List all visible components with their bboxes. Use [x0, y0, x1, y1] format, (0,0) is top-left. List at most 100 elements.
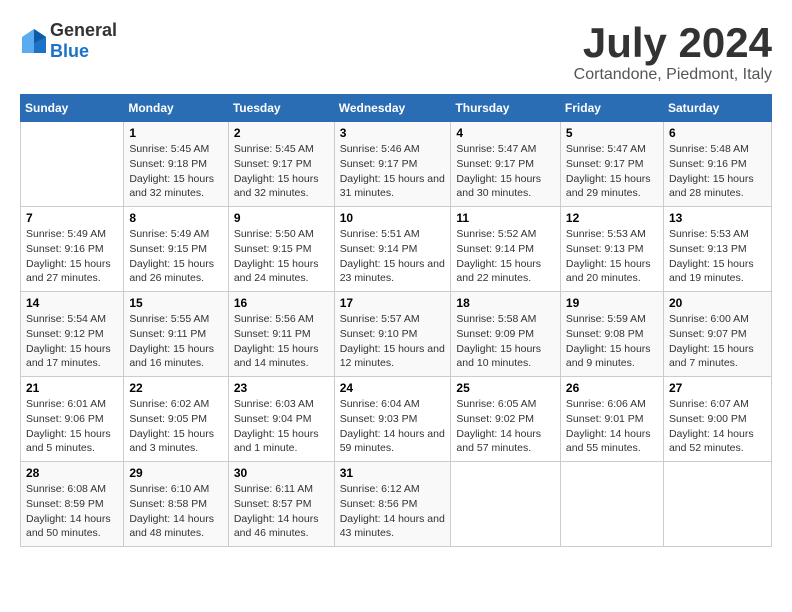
day-number: 14 — [26, 296, 118, 310]
day-number: 5 — [566, 126, 658, 140]
day-number: 15 — [129, 296, 222, 310]
day-number: 16 — [234, 296, 329, 310]
day-info: Sunrise: 6:08 AMSunset: 8:59 PMDaylight:… — [26, 482, 118, 541]
day-cell: 11 Sunrise: 5:52 AMSunset: 9:14 PMDaylig… — [451, 207, 561, 292]
day-info: Sunrise: 5:59 AMSunset: 9:08 PMDaylight:… — [566, 312, 658, 371]
title-block: July 2024 Cortandone, Piedmont, Italy — [574, 20, 772, 84]
day-number: 18 — [456, 296, 555, 310]
day-cell: 5 Sunrise: 5:47 AMSunset: 9:17 PMDayligh… — [560, 122, 663, 207]
day-cell: 2 Sunrise: 5:45 AMSunset: 9:17 PMDayligh… — [228, 122, 334, 207]
logo-icon — [20, 27, 48, 55]
day-number: 6 — [669, 126, 766, 140]
week-row-1: 1 Sunrise: 5:45 AMSunset: 9:18 PMDayligh… — [21, 122, 772, 207]
day-cell: 9 Sunrise: 5:50 AMSunset: 9:15 PMDayligh… — [228, 207, 334, 292]
day-cell: 7 Sunrise: 5:49 AMSunset: 9:16 PMDayligh… — [21, 207, 124, 292]
day-cell: 8 Sunrise: 5:49 AMSunset: 9:15 PMDayligh… — [124, 207, 228, 292]
day-info: Sunrise: 6:11 AMSunset: 8:57 PMDaylight:… — [234, 482, 329, 541]
day-info: Sunrise: 5:55 AMSunset: 9:11 PMDaylight:… — [129, 312, 222, 371]
day-cell: 21 Sunrise: 6:01 AMSunset: 9:06 PMDaylig… — [21, 377, 124, 462]
week-row-4: 21 Sunrise: 6:01 AMSunset: 9:06 PMDaylig… — [21, 377, 772, 462]
day-number: 11 — [456, 211, 555, 225]
day-number: 3 — [340, 126, 446, 140]
day-cell: 10 Sunrise: 5:51 AMSunset: 9:14 PMDaylig… — [334, 207, 451, 292]
day-cell: 22 Sunrise: 6:02 AMSunset: 9:05 PMDaylig… — [124, 377, 228, 462]
day-info: Sunrise: 5:51 AMSunset: 9:14 PMDaylight:… — [340, 227, 446, 286]
day-info: Sunrise: 5:45 AMSunset: 9:17 PMDaylight:… — [234, 142, 329, 201]
day-number: 28 — [26, 466, 118, 480]
day-cell — [663, 462, 771, 547]
day-info: Sunrise: 5:53 AMSunset: 9:13 PMDaylight:… — [566, 227, 658, 286]
day-cell: 28 Sunrise: 6:08 AMSunset: 8:59 PMDaylig… — [21, 462, 124, 547]
day-cell: 29 Sunrise: 6:10 AMSunset: 8:58 PMDaylig… — [124, 462, 228, 547]
week-row-3: 14 Sunrise: 5:54 AMSunset: 9:12 PMDaylig… — [21, 292, 772, 377]
month-title: July 2024 — [574, 20, 772, 66]
day-number: 12 — [566, 211, 658, 225]
day-number: 30 — [234, 466, 329, 480]
day-cell: 31 Sunrise: 6:12 AMSunset: 8:56 PMDaylig… — [334, 462, 451, 547]
logo-blue: Blue — [50, 41, 89, 61]
day-number: 25 — [456, 381, 555, 395]
logo-general: General — [50, 20, 117, 40]
day-number: 19 — [566, 296, 658, 310]
calendar-table: SundayMondayTuesdayWednesdayThursdayFrid… — [20, 94, 772, 547]
day-cell: 14 Sunrise: 5:54 AMSunset: 9:12 PMDaylig… — [21, 292, 124, 377]
week-row-5: 28 Sunrise: 6:08 AMSunset: 8:59 PMDaylig… — [21, 462, 772, 547]
day-info: Sunrise: 5:52 AMSunset: 9:14 PMDaylight:… — [456, 227, 555, 286]
day-number: 7 — [26, 211, 118, 225]
day-cell: 13 Sunrise: 5:53 AMSunset: 9:13 PMDaylig… — [663, 207, 771, 292]
header-tuesday: Tuesday — [228, 95, 334, 122]
day-info: Sunrise: 5:46 AMSunset: 9:17 PMDaylight:… — [340, 142, 446, 201]
day-number: 9 — [234, 211, 329, 225]
day-cell: 18 Sunrise: 5:58 AMSunset: 9:09 PMDaylig… — [451, 292, 561, 377]
day-info: Sunrise: 5:49 AMSunset: 9:16 PMDaylight:… — [26, 227, 118, 286]
header-thursday: Thursday — [451, 95, 561, 122]
day-info: Sunrise: 6:04 AMSunset: 9:03 PMDaylight:… — [340, 397, 446, 456]
header-row: SundayMondayTuesdayWednesdayThursdayFrid… — [21, 95, 772, 122]
day-info: Sunrise: 5:47 AMSunset: 9:17 PMDaylight:… — [456, 142, 555, 201]
day-number: 24 — [340, 381, 446, 395]
day-number: 4 — [456, 126, 555, 140]
day-number: 13 — [669, 211, 766, 225]
week-row-2: 7 Sunrise: 5:49 AMSunset: 9:16 PMDayligh… — [21, 207, 772, 292]
day-cell: 17 Sunrise: 5:57 AMSunset: 9:10 PMDaylig… — [334, 292, 451, 377]
day-cell: 12 Sunrise: 5:53 AMSunset: 9:13 PMDaylig… — [560, 207, 663, 292]
day-info: Sunrise: 5:56 AMSunset: 9:11 PMDaylight:… — [234, 312, 329, 371]
day-number: 1 — [129, 126, 222, 140]
day-cell: 30 Sunrise: 6:11 AMSunset: 8:57 PMDaylig… — [228, 462, 334, 547]
day-number: 17 — [340, 296, 446, 310]
day-info: Sunrise: 5:49 AMSunset: 9:15 PMDaylight:… — [129, 227, 222, 286]
day-cell: 24 Sunrise: 6:04 AMSunset: 9:03 PMDaylig… — [334, 377, 451, 462]
day-info: Sunrise: 5:50 AMSunset: 9:15 PMDaylight:… — [234, 227, 329, 286]
day-cell: 23 Sunrise: 6:03 AMSunset: 9:04 PMDaylig… — [228, 377, 334, 462]
day-info: Sunrise: 6:10 AMSunset: 8:58 PMDaylight:… — [129, 482, 222, 541]
day-info: Sunrise: 6:01 AMSunset: 9:06 PMDaylight:… — [26, 397, 118, 456]
page-header: General Blue July 2024 Cortandone, Piedm… — [20, 20, 772, 84]
day-info: Sunrise: 5:47 AMSunset: 9:17 PMDaylight:… — [566, 142, 658, 201]
day-info: Sunrise: 6:05 AMSunset: 9:02 PMDaylight:… — [456, 397, 555, 456]
logo: General Blue — [20, 20, 117, 62]
day-info: Sunrise: 5:54 AMSunset: 9:12 PMDaylight:… — [26, 312, 118, 371]
day-cell: 1 Sunrise: 5:45 AMSunset: 9:18 PMDayligh… — [124, 122, 228, 207]
day-cell: 27 Sunrise: 6:07 AMSunset: 9:00 PMDaylig… — [663, 377, 771, 462]
day-cell — [560, 462, 663, 547]
day-cell: 26 Sunrise: 6:06 AMSunset: 9:01 PMDaylig… — [560, 377, 663, 462]
day-info: Sunrise: 5:57 AMSunset: 9:10 PMDaylight:… — [340, 312, 446, 371]
header-wednesday: Wednesday — [334, 95, 451, 122]
day-number: 2 — [234, 126, 329, 140]
day-cell — [451, 462, 561, 547]
day-cell: 4 Sunrise: 5:47 AMSunset: 9:17 PMDayligh… — [451, 122, 561, 207]
day-info: Sunrise: 6:03 AMSunset: 9:04 PMDaylight:… — [234, 397, 329, 456]
day-cell: 16 Sunrise: 5:56 AMSunset: 9:11 PMDaylig… — [228, 292, 334, 377]
day-cell — [21, 122, 124, 207]
day-number: 29 — [129, 466, 222, 480]
header-friday: Friday — [560, 95, 663, 122]
day-number: 22 — [129, 381, 222, 395]
day-info: Sunrise: 5:58 AMSunset: 9:09 PMDaylight:… — [456, 312, 555, 371]
logo-text: General Blue — [50, 20, 117, 62]
header-monday: Monday — [124, 95, 228, 122]
day-cell: 20 Sunrise: 6:00 AMSunset: 9:07 PMDaylig… — [663, 292, 771, 377]
day-info: Sunrise: 6:06 AMSunset: 9:01 PMDaylight:… — [566, 397, 658, 456]
day-info: Sunrise: 6:02 AMSunset: 9:05 PMDaylight:… — [129, 397, 222, 456]
location-title: Cortandone, Piedmont, Italy — [574, 66, 772, 84]
day-info: Sunrise: 5:53 AMSunset: 9:13 PMDaylight:… — [669, 227, 766, 286]
